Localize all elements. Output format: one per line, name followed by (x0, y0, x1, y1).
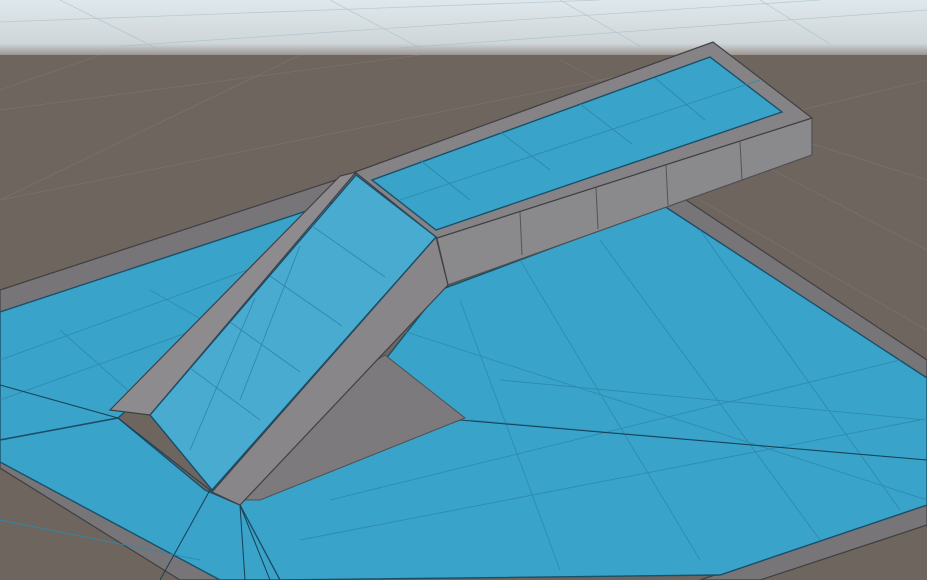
scene-canvas[interactable] (0, 0, 927, 580)
sky-band (0, 0, 927, 58)
scene-viewport[interactable] (0, 0, 927, 580)
